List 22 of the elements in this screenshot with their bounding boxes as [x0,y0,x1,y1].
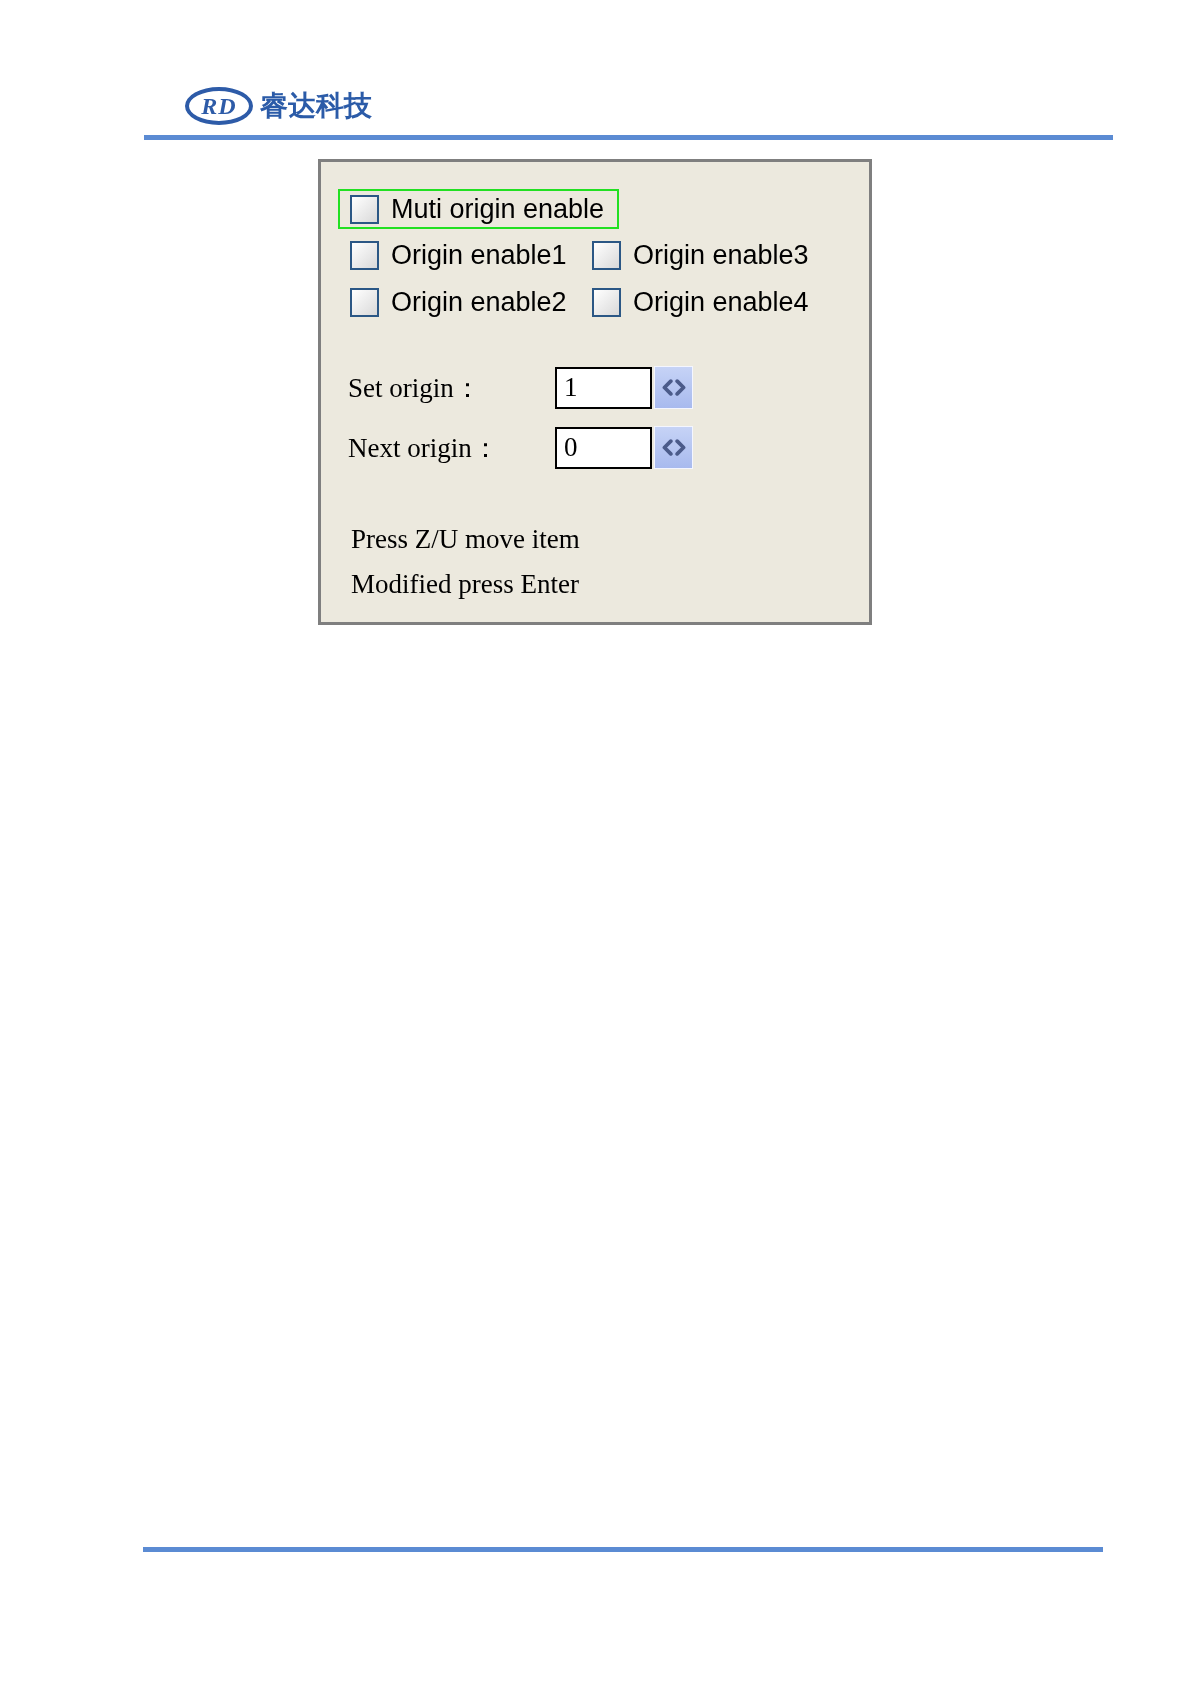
checkbox-option[interactable]: Origin enable3 [580,235,824,275]
field-label: Next origin： [348,431,500,465]
checkbox[interactable] [592,287,621,317]
field-label: Set origin： [348,371,482,405]
left-right-chevrons-icon [660,439,687,456]
left-right-chevrons-icon [660,379,687,396]
checkbox-option[interactable]: Origin enable4 [580,282,824,322]
number-field[interactable]: 1 [555,366,652,409]
spin-button[interactable] [654,426,693,469]
company-name: 睿达科技 [260,88,372,124]
checkbox-option[interactable]: Muti origin enable [338,189,620,229]
checkbox[interactable] [350,240,379,270]
checkbox[interactable] [350,194,379,224]
checkbox-option[interactable]: Origin enable1 [338,235,582,275]
hint-text: Press Z/U move item [351,524,580,554]
logo-badge: RD [185,87,253,125]
number-field[interactable]: 0 [555,426,652,469]
checkbox-option[interactable]: Origin enable2 [338,282,582,322]
spin-button[interactable] [654,366,693,409]
checkbox[interactable] [350,287,379,317]
hint-text: Modified press Enter [351,569,579,599]
checkbox[interactable] [592,240,621,270]
